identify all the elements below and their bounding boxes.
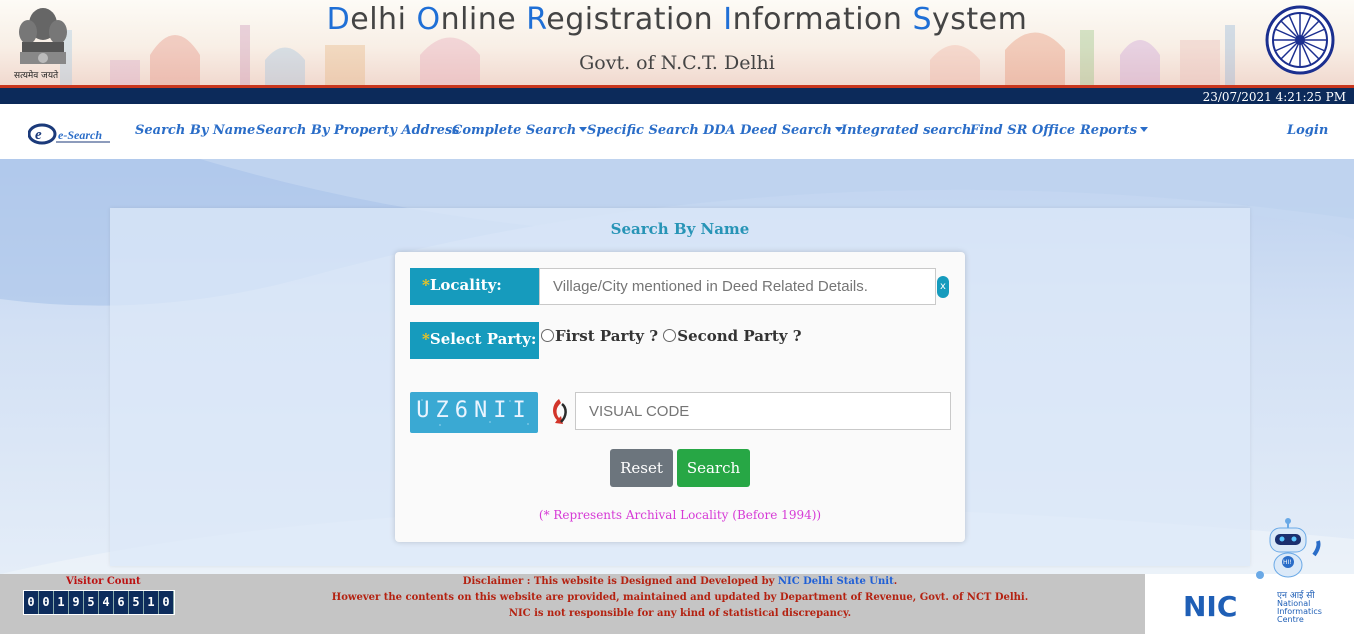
- select-party-label: *Select Party:: [410, 322, 539, 359]
- archival-note: (* Represents Archival Locality (Before …: [538, 508, 822, 522]
- first-party-label: First Party ?: [555, 327, 659, 345]
- party-radio-group: First Party ? Second Party ?: [541, 327, 802, 345]
- counter-digit: 0: [159, 591, 174, 614]
- site-header: सत्यमेव जयते Delhi Online Registration I…: [0, 0, 1354, 85]
- reset-button[interactable]: Reset: [610, 449, 673, 487]
- nav-dda-deed-search[interactable]: DDA Deed Search: [703, 123, 843, 138]
- counter-digit: 6: [114, 591, 129, 614]
- counter-digit: 5: [129, 591, 144, 614]
- date-time-bar: 23/07/2021 4:21:25 PM: [0, 85, 1354, 104]
- main-navbar: e e-Search Search By Name Search By Prop…: [0, 104, 1354, 159]
- nav-reports[interactable]: Reports: [1080, 123, 1149, 138]
- visitor-count-label: Visitor Count: [66, 576, 141, 587]
- visitor-counter: 0 0 1 9 5 4 6 5 1 0: [23, 590, 175, 615]
- svg-text:e: e: [35, 127, 42, 143]
- title-part: System: [912, 2, 1028, 37]
- title-part: Information: [723, 2, 913, 37]
- form-title: Search By Name: [610, 220, 750, 238]
- site-subtitle: Govt. of N.C.T. Delhi: [579, 52, 775, 74]
- locality-label: *Locality:: [410, 268, 539, 305]
- counter-digit: 5: [84, 591, 99, 614]
- locality-input[interactable]: [539, 268, 936, 305]
- login-link[interactable]: Login: [1287, 123, 1328, 138]
- captcha-image: UZ6NII: [410, 392, 538, 433]
- nic-delhi-link[interactable]: NIC Delhi State Unit: [778, 576, 894, 587]
- nav-find-sr-office[interactable]: Find SR Office: [970, 123, 1075, 138]
- counter-digit: 9: [69, 591, 84, 614]
- date-time: 23/07/2021 4:21:25 PM: [1202, 90, 1346, 104]
- chatbot-robot-icon[interactable]: HI!: [1252, 515, 1328, 585]
- brand-label: e-Search: [58, 128, 102, 142]
- nav-search-by-property-address[interactable]: Search By Property Address: [256, 123, 460, 138]
- title-part: Registration: [526, 2, 724, 37]
- disclaimer-line-2: However the contents on this website are…: [331, 592, 1029, 603]
- second-party-label: Second Party ?: [677, 327, 802, 345]
- ashoka-chakra-icon: [1265, 5, 1335, 75]
- site-title: Delhi Online Registration Information Sy…: [0, 2, 1354, 37]
- esearch-logo[interactable]: e e-Search: [28, 120, 112, 148]
- caret-down-icon: [1140, 127, 1149, 132]
- counter-digit: 0: [39, 591, 54, 614]
- counter-digit: 4: [99, 591, 114, 614]
- svg-text:HI!: HI!: [1283, 559, 1292, 566]
- counter-digit: 1: [54, 591, 69, 614]
- disclaimer-line-3: NIC is not responsible for any kind of s…: [508, 608, 852, 619]
- title-part: Online: [416, 2, 527, 37]
- counter-digit: 0: [24, 591, 39, 614]
- nav-specific-search[interactable]: Specific Search: [587, 123, 699, 138]
- svg-text:NIC: NIC: [1183, 590, 1237, 623]
- nav-complete-search[interactable]: Complete Search: [452, 123, 588, 138]
- caret-down-icon: [579, 127, 588, 132]
- title-part: Delhi: [326, 2, 417, 37]
- clear-locality-button[interactable]: x: [937, 276, 949, 298]
- visual-code-input[interactable]: [575, 392, 951, 430]
- disclaimer-line-1: Disclaimer : This website is Designed an…: [462, 576, 898, 587]
- refresh-captcha-icon[interactable]: [548, 396, 570, 428]
- first-party-radio[interactable]: [541, 329, 554, 342]
- counter-digit: 1: [144, 591, 159, 614]
- nav-integrated-search[interactable]: Integrated search: [841, 123, 971, 138]
- second-party-radio[interactable]: [663, 329, 677, 342]
- search-button[interactable]: Search: [677, 449, 750, 487]
- captcha-text: UZ6NII: [416, 398, 532, 423]
- nav-search-by-name[interactable]: Search By Name: [135, 123, 255, 138]
